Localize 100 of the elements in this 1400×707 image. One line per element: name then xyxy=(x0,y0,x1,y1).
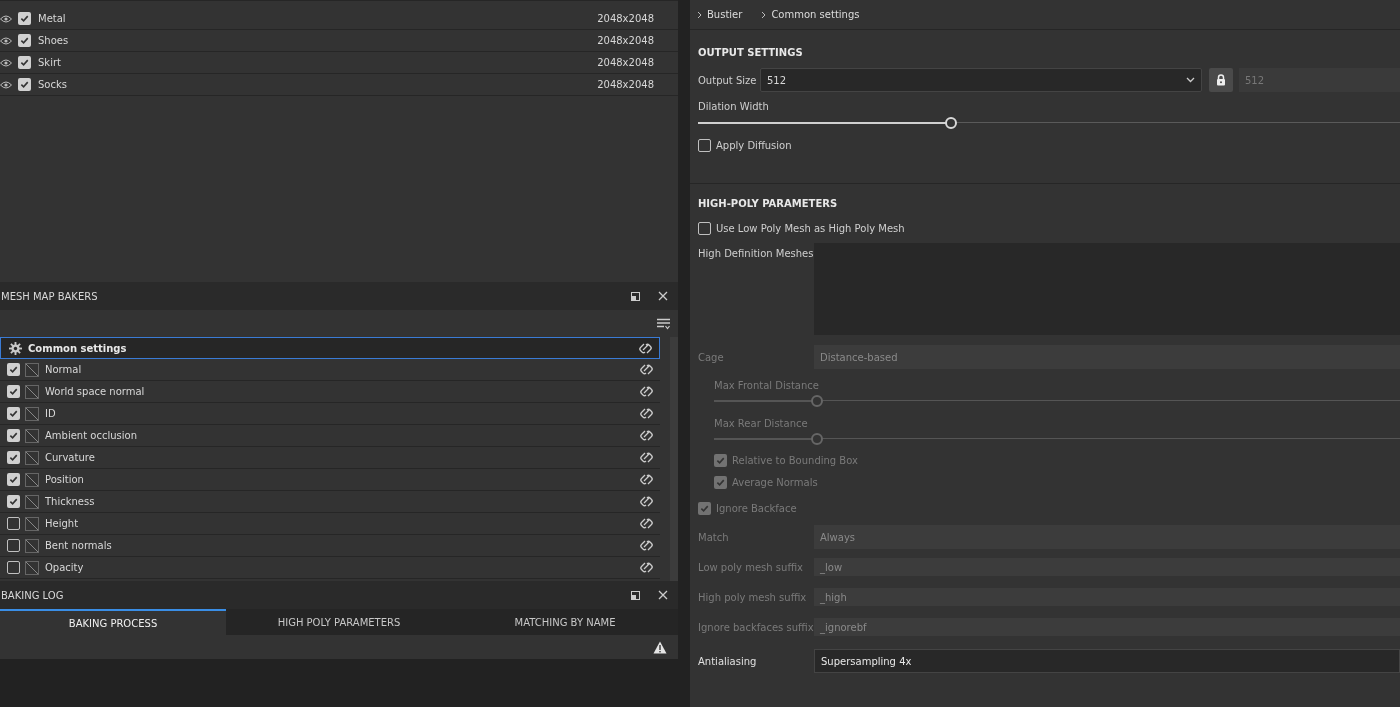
slider[interactable] xyxy=(698,117,1400,129)
baker-row[interactable]: Curvature xyxy=(0,447,660,469)
checkbox[interactable] xyxy=(7,407,20,420)
checkbox[interactable] xyxy=(698,138,711,152)
checkbox[interactable] xyxy=(7,473,20,486)
chevron-icon xyxy=(697,10,702,19)
baker-row[interactable]: ID xyxy=(0,403,660,425)
dock-icon[interactable] xyxy=(631,590,640,600)
checkbox[interactable] xyxy=(18,78,31,91)
breadcrumb-item[interactable]: Common settings xyxy=(771,7,860,22)
checkbox[interactable] xyxy=(7,451,20,464)
lock-button[interactable] xyxy=(1209,68,1233,92)
baker-row[interactable]: Opacity xyxy=(0,557,660,579)
filter-menu-icon[interactable] xyxy=(657,317,670,330)
checkbox[interactable] xyxy=(7,561,20,574)
checkbox[interactable] xyxy=(7,363,20,376)
map-thumbnail-icon xyxy=(25,516,39,531)
texture-resolution: 2048x2048 xyxy=(597,78,654,92)
close-icon[interactable] xyxy=(658,291,668,301)
field-label: Cage xyxy=(698,350,725,365)
checkbox[interactable] xyxy=(7,517,20,530)
checkbox[interactable] xyxy=(18,34,31,47)
eye-icon[interactable] xyxy=(0,58,12,67)
close-icon[interactable] xyxy=(658,590,668,600)
baker-row[interactable]: Thickness xyxy=(0,491,660,513)
checkbox-label: Use Low Poly Mesh as High Poly Mesh xyxy=(716,221,905,236)
eye-icon[interactable] xyxy=(0,80,12,89)
field-label: Ignore backfaces suffix xyxy=(698,620,814,635)
checkbox-label: Ignore Backface xyxy=(716,501,797,516)
link-icon[interactable] xyxy=(639,517,654,530)
panel-title: MESH MAP BAKERS xyxy=(1,289,99,304)
link-icon[interactable] xyxy=(639,407,654,420)
map-thumbnail-icon xyxy=(25,384,39,399)
eye-icon[interactable] xyxy=(0,36,12,45)
texture-set-name: Metal xyxy=(38,12,67,26)
checkbox[interactable] xyxy=(7,539,20,552)
field-label: Max Rear Distance xyxy=(714,417,809,431)
link-icon[interactable] xyxy=(639,495,654,508)
section-title: HIGH-POLY PARAMETERS xyxy=(698,197,839,210)
panel-title: BAKING LOG xyxy=(1,588,65,603)
map-thumbnail-icon xyxy=(25,472,39,487)
slider[interactable] xyxy=(714,433,1400,445)
dropdown[interactable]: Supersampling 4x xyxy=(814,649,1400,673)
section-title: OUTPUT SETTINGS xyxy=(698,46,804,59)
baker-row[interactable]: Normal xyxy=(0,359,660,381)
baker-label: Normal xyxy=(45,363,83,377)
baker-label: Height xyxy=(45,517,80,531)
map-thumbnail-icon xyxy=(25,428,39,443)
baker-label: Position xyxy=(45,473,85,487)
map-thumbnail-icon xyxy=(25,450,39,465)
field-label: High poly mesh suffix xyxy=(698,590,808,605)
texture-resolution: 2048x2048 xyxy=(597,56,654,70)
baker-label: World space normal xyxy=(45,385,146,399)
tab[interactable]: BAKING PROCESS xyxy=(0,609,226,635)
baker-row[interactable]: Bent normals xyxy=(0,535,660,557)
checkbox-label: Apply Diffusion xyxy=(716,138,792,153)
checkbox[interactable] xyxy=(7,495,20,508)
field-label: Low poly mesh suffix xyxy=(698,560,804,575)
checkbox[interactable] xyxy=(18,56,31,69)
eye-icon[interactable] xyxy=(0,14,12,23)
link-icon[interactable] xyxy=(638,341,653,355)
baker-row[interactable]: World space normal xyxy=(0,381,660,403)
link-icon[interactable] xyxy=(639,363,654,376)
scrollbar[interactable] xyxy=(670,337,678,581)
field-label: Antialiasing xyxy=(698,654,758,669)
checkbox[interactable] xyxy=(698,221,711,235)
texture-resolution: 2048x2048 xyxy=(597,12,654,26)
checkbox[interactable] xyxy=(7,429,20,442)
baker-label: Ambient occlusion xyxy=(45,429,138,443)
dock-icon[interactable] xyxy=(631,291,640,301)
checkbox-label: Relative to Bounding Box xyxy=(732,453,858,468)
output-size-dropdown[interactable]: 512 xyxy=(760,68,1202,92)
baker-row[interactable]: Ambient occlusion xyxy=(0,425,660,447)
baker-row[interactable]: Height xyxy=(0,513,660,535)
slider[interactable] xyxy=(714,395,1400,407)
link-icon[interactable] xyxy=(639,561,654,574)
baker-label: ID xyxy=(45,407,57,421)
warning-icon[interactable] xyxy=(653,640,667,654)
baker-row[interactable]: Common settings xyxy=(0,337,660,359)
checkbox[interactable] xyxy=(18,12,31,25)
link-icon[interactable] xyxy=(639,429,654,442)
baker-label: Opacity xyxy=(45,561,85,575)
link-icon[interactable] xyxy=(639,451,654,464)
breadcrumb-item[interactable]: Bustier xyxy=(707,7,743,22)
gear-icon xyxy=(9,341,22,355)
texture-resolution: 2048x2048 xyxy=(597,34,654,48)
map-thumbnail-icon xyxy=(25,538,39,553)
map-thumbnail-icon xyxy=(25,362,39,377)
baker-label: Thickness xyxy=(45,495,96,509)
baker-row[interactable]: Position xyxy=(0,469,660,491)
field-label: High Definition Meshes xyxy=(698,247,814,261)
texture-set-name: Shoes xyxy=(38,34,70,48)
field-label: Output Size xyxy=(698,73,758,88)
link-icon[interactable] xyxy=(639,539,654,552)
chevron-icon xyxy=(761,10,767,19)
texture-set-name: Socks xyxy=(38,78,68,92)
link-icon[interactable] xyxy=(639,385,654,398)
checkbox-label: Average Normals xyxy=(732,475,818,490)
checkbox[interactable] xyxy=(7,385,20,398)
link-icon[interactable] xyxy=(639,473,654,486)
